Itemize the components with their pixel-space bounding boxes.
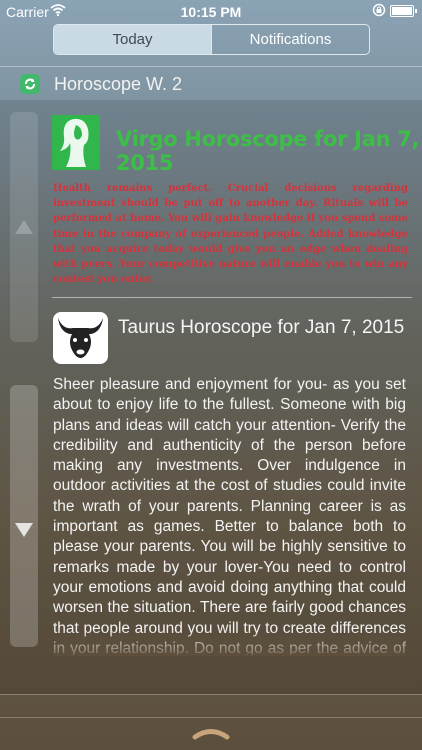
tab-notifications[interactable]: Notifications xyxy=(211,25,369,54)
bottom-divider xyxy=(0,694,422,695)
battery-icon xyxy=(390,5,417,17)
tab-today[interactable]: Today xyxy=(54,25,211,54)
grabber-icon[interactable] xyxy=(191,726,231,740)
divider xyxy=(0,66,422,67)
bottom-divider xyxy=(0,717,422,718)
lock-rotation-icon xyxy=(372,3,386,17)
virgo-body: Health remains perfect. Crucial decision… xyxy=(53,183,408,286)
widget-header[interactable]: Horoscope W. 2 xyxy=(20,72,182,96)
widget-title: Horoscope W. 2 xyxy=(54,73,183,94)
taurus-title: Taurus Horoscope for Jan 7, 2015 xyxy=(118,317,405,338)
virgo-icon xyxy=(52,115,100,170)
scroll-down-button[interactable] xyxy=(10,385,38,647)
taurus-body: Sheer pleasure and enjoyment for you- as… xyxy=(53,376,406,655)
entry-divider xyxy=(52,297,412,298)
today-notifications-segmented-control[interactable]: Today Notifications xyxy=(53,24,370,55)
refresh-glyph-icon xyxy=(25,78,35,90)
status-time: 10:15 PM xyxy=(180,4,242,20)
scroll-down-icon xyxy=(15,523,33,537)
content-fade xyxy=(53,630,406,656)
app-icon xyxy=(20,74,40,94)
scroll-up-button[interactable] xyxy=(10,112,38,342)
taurus-icon xyxy=(53,312,108,364)
scroll-up-icon xyxy=(15,220,33,234)
status-bar: Carrier 10:15 PM xyxy=(0,0,422,22)
virgo-title: Virgo Horoscope for Jan 7, 2015 xyxy=(116,127,420,175)
